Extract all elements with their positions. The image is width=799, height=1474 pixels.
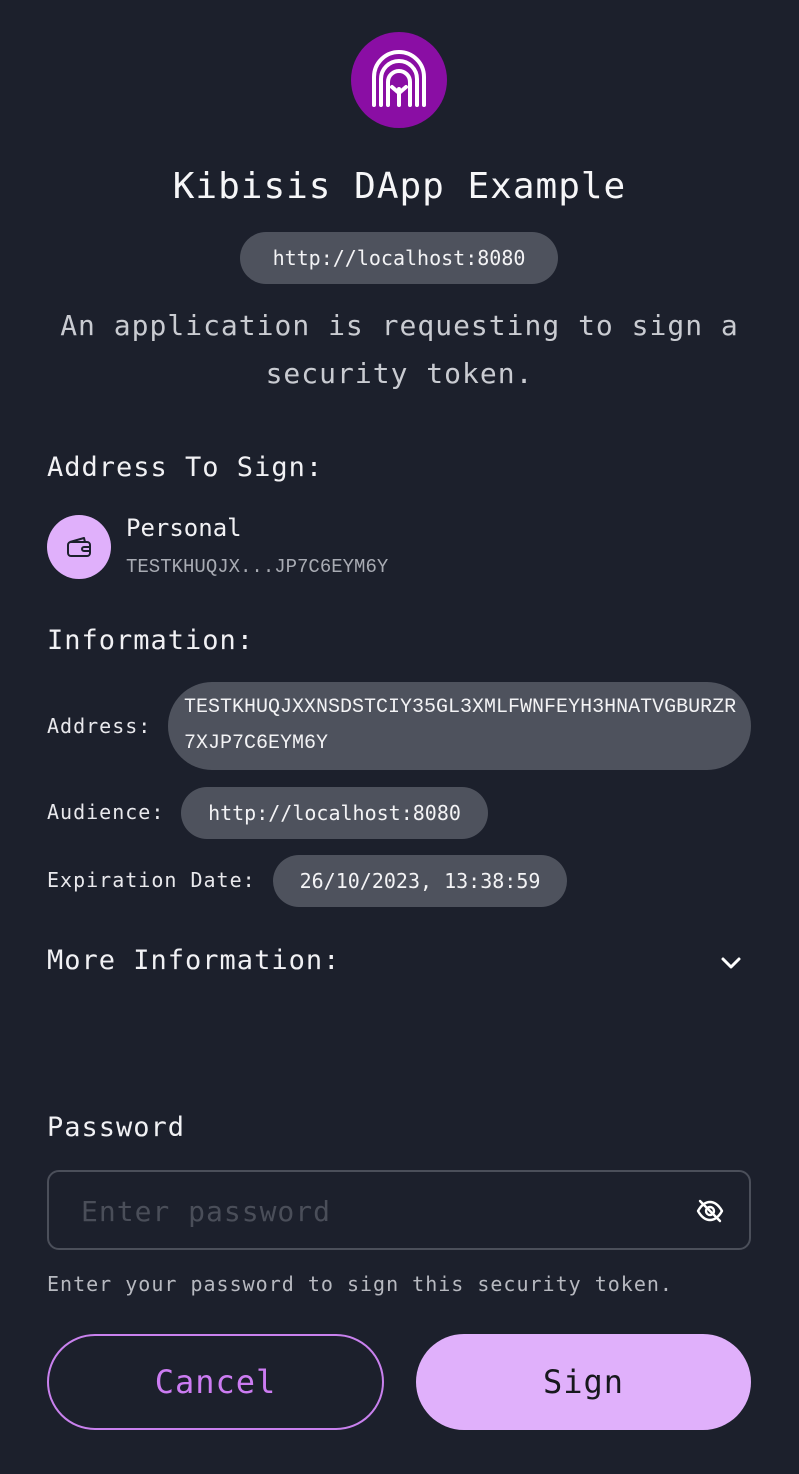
- address-value: TESTKHUQJXXNSDSTCIY35GL3XMLFWNFEYH3HNATV…: [168, 682, 751, 770]
- information-heading: Information:: [47, 625, 255, 656]
- password-input[interactable]: [79, 1172, 683, 1250]
- account-address: TESTKHUQJX...JP7C6EYM6Y: [126, 556, 389, 578]
- cancel-button[interactable]: Cancel: [47, 1334, 384, 1430]
- address-label: Address:: [47, 714, 152, 738]
- password-field[interactable]: [47, 1170, 751, 1250]
- expiration-label: Expiration Date:: [47, 868, 256, 892]
- account-name: Personal: [126, 514, 242, 542]
- password-label: Password: [47, 1112, 186, 1143]
- expiration-value: 26/10/2023, 13:38:59: [273, 855, 567, 907]
- eye-slash-icon[interactable]: [695, 1196, 725, 1226]
- request-description: An application is requesting to sign a s…: [60, 309, 739, 390]
- origin-badge: http://localhost:8080: [240, 232, 558, 284]
- wallet-icon: [67, 537, 91, 557]
- account-avatar: [47, 515, 111, 579]
- dapp-logo: [351, 32, 447, 128]
- dapp-name: Kibisis DApp Example: [172, 166, 627, 207]
- password-helper-text: Enter your password to sign this securit…: [47, 1272, 673, 1296]
- audience-value: http://localhost:8080: [181, 787, 488, 839]
- sign-button[interactable]: Sign: [416, 1334, 751, 1430]
- address-to-sign-heading: Address To Sign:: [47, 452, 324, 483]
- kibisis-logo-icon: [372, 50, 426, 107]
- audience-label: Audience:: [47, 800, 165, 824]
- more-information-toggle[interactable]: More Information:: [47, 945, 340, 976]
- chevron-down-icon[interactable]: [716, 948, 746, 978]
